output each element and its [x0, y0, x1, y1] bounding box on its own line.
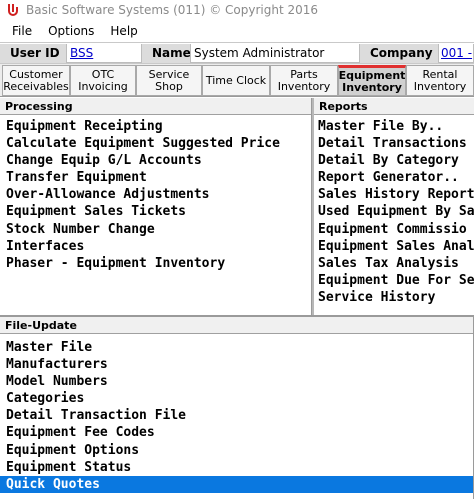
processing-panel: Processing Equipment Receipting Calculat… — [0, 98, 312, 315]
reports-item[interactable]: Equipment Commissio — [314, 221, 474, 238]
info-bar: User ID BSS Name System Administrator Co… — [0, 42, 474, 63]
file-update-item[interactable]: Master File — [0, 339, 473, 356]
processing-item[interactable]: Equipment Receipting — [0, 118, 311, 135]
reports-panel: Reports Master File By.. Detail Transact… — [314, 98, 474, 315]
processing-item[interactable]: Transfer Equipment — [0, 169, 311, 186]
menu-bar: File Options Help — [0, 20, 474, 42]
user-id-link[interactable]: BSS — [70, 46, 93, 60]
reports-item[interactable]: Service History — [314, 289, 474, 306]
file-update-item[interactable]: Manufacturers — [0, 356, 473, 373]
window-title: Basic Software Systems (011) © Copyright… — [26, 3, 318, 17]
reports-item[interactable]: Report Generator.. — [314, 169, 474, 186]
reports-header: Reports — [314, 98, 474, 115]
processing-item[interactable]: Stock Number Change — [0, 221, 311, 238]
menu-help[interactable]: Help — [102, 20, 145, 42]
tab-time-clock[interactable]: Time Clock — [202, 65, 270, 96]
file-update-item[interactable]: Equipment Fee Codes — [0, 424, 473, 441]
company-label: Company — [360, 44, 438, 63]
file-update-header: File-Update — [0, 317, 473, 334]
file-update-item[interactable]: Equipment Status — [0, 459, 473, 476]
tab-rental-inventory[interactable]: Rental Inventory — [406, 65, 474, 96]
module-tab-bar: Customer Receivables OTC Invoicing Servi… — [0, 63, 474, 97]
tab-otc-invoicing[interactable]: OTC Invoicing — [70, 65, 136, 96]
reports-item[interactable]: Sales Tax Analysis — [314, 255, 474, 272]
tab-equipment-inventory[interactable]: Equipment Inventory — [338, 65, 406, 96]
tab-parts-inventory[interactable]: Parts Inventory — [270, 65, 338, 96]
name-label: Name — [142, 44, 190, 63]
reports-item[interactable]: Equipment Due For Se — [314, 272, 474, 289]
file-update-item[interactable]: Quick Quotes — [0, 475, 473, 493]
user-id-label: User ID — [0, 44, 66, 63]
file-update-list: Master File Manufacturers Model Numbers … — [0, 334, 473, 493]
processing-item[interactable]: Phaser - Equipment Inventory — [0, 255, 311, 272]
reports-item[interactable]: Used Equipment By Sa — [314, 203, 474, 220]
processing-item[interactable]: Change Equip G/L Accounts — [0, 152, 311, 169]
file-update-panel: File-Update Master File Manufacturers Mo… — [0, 317, 474, 499]
processing-item[interactable]: Interfaces — [0, 238, 311, 255]
file-update-item[interactable]: Model Numbers — [0, 373, 473, 390]
processing-list: Equipment Receipting Calculate Equipment… — [0, 115, 311, 272]
processing-header: Processing — [0, 98, 311, 115]
reports-item[interactable]: Equipment Sales Anal — [314, 238, 474, 255]
processing-item[interactable]: Calculate Equipment Suggested Price — [0, 135, 311, 152]
reports-item[interactable]: Detail By Category — [314, 152, 474, 169]
file-update-item[interactable]: Detail Transaction File — [0, 407, 473, 424]
menu-options[interactable]: Options — [40, 20, 102, 42]
file-update-item[interactable]: Equipment Options — [0, 442, 473, 459]
reports-item[interactable]: Sales History Report C — [314, 186, 474, 203]
tab-service-shop[interactable]: Service Shop — [136, 65, 202, 96]
name-value: System Administrator — [190, 44, 360, 63]
company-link[interactable]: 001 - — [441, 46, 472, 60]
reports-item[interactable]: Detail Transactions In — [314, 135, 474, 152]
reports-item[interactable]: Master File By.. — [314, 118, 474, 135]
title-bar: Basic Software Systems (011) © Copyright… — [0, 0, 474, 20]
file-update-item[interactable]: Categories — [0, 390, 473, 407]
tab-customer-receivables[interactable]: Customer Receivables — [2, 65, 70, 96]
company-value[interactable]: 001 - — [438, 44, 474, 63]
menu-file[interactable]: File — [0, 20, 40, 42]
processing-item[interactable]: Equipment Sales Tickets — [0, 203, 311, 220]
bss-logo-icon — [8, 4, 18, 16]
reports-list: Master File By.. Detail Transactions In … — [314, 115, 474, 306]
processing-item[interactable]: Over-Allowance Adjustments — [0, 186, 311, 203]
user-id-value[interactable]: BSS — [66, 44, 142, 63]
